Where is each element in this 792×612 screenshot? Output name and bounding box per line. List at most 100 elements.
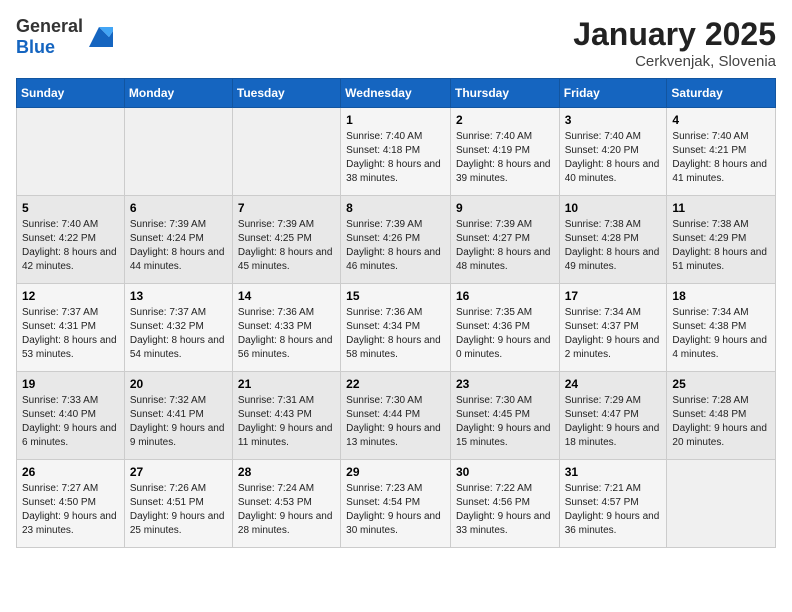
day-info: Sunrise: 7:24 AMSunset: 4:53 PMDaylight:… bbox=[238, 482, 335, 538]
day-number: 4 bbox=[672, 113, 770, 127]
day-info: Sunrise: 7:27 AMSunset: 4:50 PMDaylight:… bbox=[22, 482, 119, 538]
day-number: 6 bbox=[130, 201, 227, 215]
calendar-cell bbox=[667, 460, 776, 548]
day-info: Sunrise: 7:26 AMSunset: 4:51 PMDaylight:… bbox=[130, 482, 227, 538]
calendar-cell: 18 Sunrise: 7:34 AMSunset: 4:38 PMDayligh… bbox=[667, 284, 776, 372]
weekday-header-friday: Friday bbox=[559, 79, 667, 108]
title-block: January 2025 Cerkvenjak, Slovenia bbox=[573, 16, 776, 70]
day-number: 5 bbox=[22, 201, 119, 215]
day-number: 8 bbox=[346, 201, 445, 215]
day-number: 1 bbox=[346, 113, 445, 127]
day-number: 16 bbox=[456, 289, 554, 303]
day-info: Sunrise: 7:39 AMSunset: 4:27 PMDaylight:… bbox=[456, 218, 554, 274]
calendar-cell: 17 Sunrise: 7:34 AMSunset: 4:37 PMDayligh… bbox=[559, 284, 667, 372]
day-info: Sunrise: 7:33 AMSunset: 4:40 PMDaylight:… bbox=[22, 394, 119, 450]
weekday-header-wednesday: Wednesday bbox=[341, 79, 451, 108]
day-number: 28 bbox=[238, 465, 335, 479]
day-info: Sunrise: 7:36 AMSunset: 4:34 PMDaylight:… bbox=[346, 306, 445, 362]
day-number: 15 bbox=[346, 289, 445, 303]
weekday-header-thursday: Thursday bbox=[450, 79, 559, 108]
calendar-cell: 11 Sunrise: 7:38 AMSunset: 4:29 PMDayligh… bbox=[667, 196, 776, 284]
calendar-cell: 20Sunrise: 7:32 AMSunset: 4:41 PMDayligh… bbox=[124, 372, 232, 460]
calendar-cell: 24 Sunrise: 7:29 AMSunset: 4:47 PMDayligh… bbox=[559, 372, 667, 460]
calendar-cell: 15 Sunrise: 7:36 AMSunset: 4:34 PMDayligh… bbox=[341, 284, 451, 372]
day-info: Sunrise: 7:38 AMSunset: 4:28 PMDaylight:… bbox=[565, 218, 662, 274]
day-info: Sunrise: 7:40 AMSunset: 4:22 PMDaylight:… bbox=[22, 218, 119, 274]
day-number: 20 bbox=[130, 377, 227, 391]
day-number: 17 bbox=[565, 289, 662, 303]
logo-blue: Blue bbox=[16, 37, 55, 57]
day-number: 10 bbox=[565, 201, 662, 215]
day-info: Sunrise: 7:39 AMSunset: 4:24 PMDaylight:… bbox=[130, 218, 227, 274]
day-number: 12 bbox=[22, 289, 119, 303]
day-number: 25 bbox=[672, 377, 770, 391]
calendar-cell: 16Sunrise: 7:35 AMSunset: 4:36 PMDayligh… bbox=[450, 284, 559, 372]
day-info: Sunrise: 7:37 AMSunset: 4:32 PMDaylight:… bbox=[130, 306, 227, 362]
calendar-cell: 6 Sunrise: 7:39 AMSunset: 4:24 PMDaylight… bbox=[124, 196, 232, 284]
week-row-3: 12 Sunrise: 7:37 AMSunset: 4:31 PMDayligh… bbox=[17, 284, 776, 372]
day-number: 2 bbox=[456, 113, 554, 127]
calendar-cell: 13Sunrise: 7:37 AMSunset: 4:32 PMDayligh… bbox=[124, 284, 232, 372]
location: Cerkvenjak, Slovenia bbox=[573, 53, 776, 70]
day-info: Sunrise: 7:36 AMSunset: 4:33 PMDaylight:… bbox=[238, 306, 335, 362]
day-number: 30 bbox=[456, 465, 554, 479]
day-info: Sunrise: 7:40 AMSunset: 4:18 PMDaylight:… bbox=[346, 130, 445, 186]
week-row-4: 19 Sunrise: 7:33 AMSunset: 4:40 PMDayligh… bbox=[17, 372, 776, 460]
page-header: General Blue January 2025 Cerkvenjak, Sl… bbox=[16, 16, 776, 70]
calendar-cell: 14 Sunrise: 7:36 AMSunset: 4:33 PMDayligh… bbox=[232, 284, 340, 372]
day-info: Sunrise: 7:21 AMSunset: 4:57 PMDaylight:… bbox=[565, 482, 662, 538]
day-info: Sunrise: 7:30 AMSunset: 4:45 PMDaylight:… bbox=[456, 394, 554, 450]
calendar-cell: 25 Sunrise: 7:28 AMSunset: 4:48 PMDayligh… bbox=[667, 372, 776, 460]
day-info: Sunrise: 7:28 AMSunset: 4:48 PMDaylight:… bbox=[672, 394, 770, 450]
week-row-2: 5 Sunrise: 7:40 AMSunset: 4:22 PMDaylight… bbox=[17, 196, 776, 284]
day-info: Sunrise: 7:37 AMSunset: 4:31 PMDaylight:… bbox=[22, 306, 119, 362]
calendar-cell: 27 Sunrise: 7:26 AMSunset: 4:51 PMDayligh… bbox=[124, 460, 232, 548]
calendar-cell: 10 Sunrise: 7:38 AMSunset: 4:28 PMDayligh… bbox=[559, 196, 667, 284]
calendar-cell: 23 Sunrise: 7:30 AMSunset: 4:45 PMDayligh… bbox=[450, 372, 559, 460]
day-number: 24 bbox=[565, 377, 662, 391]
logo-text: General Blue bbox=[16, 16, 83, 58]
day-number: 23 bbox=[456, 377, 554, 391]
day-info: Sunrise: 7:34 AMSunset: 4:38 PMDaylight:… bbox=[672, 306, 770, 362]
calendar-cell: 5 Sunrise: 7:40 AMSunset: 4:22 PMDaylight… bbox=[17, 196, 125, 284]
month-title: January 2025 bbox=[573, 16, 776, 53]
day-info: Sunrise: 7:40 AMSunset: 4:20 PMDaylight:… bbox=[565, 130, 662, 186]
weekday-header-monday: Monday bbox=[124, 79, 232, 108]
calendar-cell: 28 Sunrise: 7:24 AMSunset: 4:53 PMDayligh… bbox=[232, 460, 340, 548]
day-info: Sunrise: 7:22 AMSunset: 4:56 PMDaylight:… bbox=[456, 482, 554, 538]
day-number: 7 bbox=[238, 201, 335, 215]
day-number: 21 bbox=[238, 377, 335, 391]
day-number: 27 bbox=[130, 465, 227, 479]
calendar-cell: 19 Sunrise: 7:33 AMSunset: 4:40 PMDayligh… bbox=[17, 372, 125, 460]
calendar-cell: 9 Sunrise: 7:39 AMSunset: 4:27 PMDaylight… bbox=[450, 196, 559, 284]
day-number: 19 bbox=[22, 377, 119, 391]
day-number: 26 bbox=[22, 465, 119, 479]
day-info: Sunrise: 7:39 AMSunset: 4:25 PMDaylight:… bbox=[238, 218, 335, 274]
calendar-cell: 30 Sunrise: 7:22 AMSunset: 4:56 PMDayligh… bbox=[450, 460, 559, 548]
calendar-cell: 3Sunrise: 7:40 AMSunset: 4:20 PMDaylight… bbox=[559, 108, 667, 196]
day-number: 9 bbox=[456, 201, 554, 215]
day-info: Sunrise: 7:38 AMSunset: 4:29 PMDaylight:… bbox=[672, 218, 770, 274]
logo-general: General bbox=[16, 16, 83, 36]
calendar-cell: 8 Sunrise: 7:39 AMSunset: 4:26 PMDaylight… bbox=[341, 196, 451, 284]
day-number: 18 bbox=[672, 289, 770, 303]
day-number: 14 bbox=[238, 289, 335, 303]
weekday-header-sunday: Sunday bbox=[17, 79, 125, 108]
calendar-cell: 31 Sunrise: 7:21 AMSunset: 4:57 PMDayligh… bbox=[559, 460, 667, 548]
day-info: Sunrise: 7:29 AMSunset: 4:47 PMDaylight:… bbox=[565, 394, 662, 450]
calendar-cell: 26 Sunrise: 7:27 AMSunset: 4:50 PMDayligh… bbox=[17, 460, 125, 548]
week-row-1: 1 Sunrise: 7:40 AMSunset: 4:18 PMDaylight… bbox=[17, 108, 776, 196]
calendar-cell: 1 Sunrise: 7:40 AMSunset: 4:18 PMDaylight… bbox=[341, 108, 451, 196]
calendar-cell: 22Sunrise: 7:30 AMSunset: 4:44 PMDayligh… bbox=[341, 372, 451, 460]
day-number: 31 bbox=[565, 465, 662, 479]
day-info: Sunrise: 7:39 AMSunset: 4:26 PMDaylight:… bbox=[346, 218, 445, 274]
day-info: Sunrise: 7:40 AMSunset: 4:19 PMDaylight:… bbox=[456, 130, 554, 186]
day-info: Sunrise: 7:34 AMSunset: 4:37 PMDaylight:… bbox=[565, 306, 662, 362]
calendar-cell: 2 Sunrise: 7:40 AMSunset: 4:19 PMDaylight… bbox=[450, 108, 559, 196]
day-number: 11 bbox=[672, 201, 770, 215]
logo-icon bbox=[85, 23, 113, 51]
weekday-header-saturday: Saturday bbox=[667, 79, 776, 108]
day-info: Sunrise: 7:23 AMSunset: 4:54 PMDaylight:… bbox=[346, 482, 445, 538]
day-number: 22 bbox=[346, 377, 445, 391]
weekday-header-tuesday: Tuesday bbox=[232, 79, 340, 108]
